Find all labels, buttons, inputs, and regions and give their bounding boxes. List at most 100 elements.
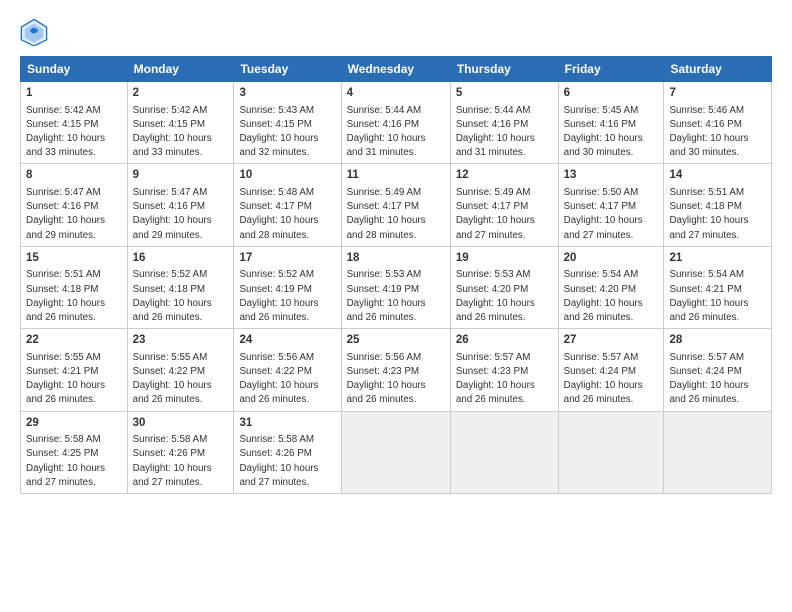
day-number: 2 [133, 86, 229, 102]
calendar-cell: 1 Sunrise: 5:42 AM Sunset: 4:15 PM Daylig… [21, 82, 128, 164]
calendar-cell: 26 Sunrise: 5:57 AM Sunset: 4:23 PM Dayli… [450, 329, 558, 411]
weekday-header-friday: Friday [558, 57, 664, 82]
calendar-cell: 18 Sunrise: 5:53 AM Sunset: 4:19 PM Dayli… [341, 246, 450, 328]
day-detail: Sunrise: 5:49 AM Sunset: 4:17 PM Dayligh… [456, 187, 535, 241]
day-number: 15 [26, 251, 122, 267]
day-detail: Sunrise: 5:58 AM Sunset: 4:26 PM Dayligh… [133, 434, 212, 488]
day-number: 4 [347, 86, 445, 102]
calendar-cell: 7Sunrise: 5:46 AM Sunset: 4:16 PM Daylig… [664, 82, 772, 164]
day-detail: Sunrise: 5:55 AM Sunset: 4:21 PM Dayligh… [26, 352, 105, 406]
calendar-table: SundayMondayTuesdayWednesdayThursdayFrid… [20, 56, 772, 494]
day-number: 27 [564, 333, 659, 349]
calendar-cell: 28Sunrise: 5:57 AM Sunset: 4:24 PM Dayli… [664, 329, 772, 411]
day-detail: Sunrise: 5:44 AM Sunset: 4:16 PM Dayligh… [456, 105, 535, 159]
day-detail: Sunrise: 5:45 AM Sunset: 4:16 PM Dayligh… [564, 105, 643, 159]
calendar-cell: 29 Sunrise: 5:58 AM Sunset: 4:25 PM Dayli… [21, 411, 128, 493]
day-detail: Sunrise: 5:42 AM Sunset: 4:15 PM Dayligh… [133, 105, 212, 159]
calendar-cell: 9Sunrise: 5:47 AM Sunset: 4:16 PM Daylig… [127, 164, 234, 246]
day-detail: Sunrise: 5:54 AM Sunset: 4:20 PM Dayligh… [564, 269, 643, 323]
calendar-cell: 3Sunrise: 5:43 AM Sunset: 4:15 PM Daylig… [234, 82, 341, 164]
page: SundayMondayTuesdayWednesdayThursdayFrid… [0, 0, 792, 612]
day-number: 6 [564, 86, 659, 102]
calendar-week-2: 8 Sunrise: 5:47 AM Sunset: 4:16 PM Daylig… [21, 164, 772, 246]
day-detail: Sunrise: 5:57 AM Sunset: 4:23 PM Dayligh… [456, 352, 535, 406]
day-number: 7 [669, 86, 766, 102]
calendar-cell: 11Sunrise: 5:49 AM Sunset: 4:17 PM Dayli… [341, 164, 450, 246]
calendar-cell: 31 Sunrise: 5:58 AM Sunset: 4:26 PM Dayli… [234, 411, 341, 493]
day-number: 31 [239, 416, 335, 432]
calendar-cell: 30 Sunrise: 5:58 AM Sunset: 4:26 PM Dayli… [127, 411, 234, 493]
day-number: 10 [239, 168, 335, 184]
day-number: 23 [133, 333, 229, 349]
calendar-week-4: 22 Sunrise: 5:55 AM Sunset: 4:21 PM Dayli… [21, 329, 772, 411]
day-number: 22 [26, 333, 122, 349]
calendar-week-1: 1 Sunrise: 5:42 AM Sunset: 4:15 PM Daylig… [21, 82, 772, 164]
calendar-cell: 25Sunrise: 5:56 AM Sunset: 4:23 PM Dayli… [341, 329, 450, 411]
calendar-cell: 23 Sunrise: 5:55 AM Sunset: 4:22 PM Dayli… [127, 329, 234, 411]
calendar-cell: 14 Sunrise: 5:51 AM Sunset: 4:18 PM Dayli… [664, 164, 772, 246]
logo [20, 18, 50, 46]
calendar-body: 1 Sunrise: 5:42 AM Sunset: 4:15 PM Daylig… [21, 82, 772, 494]
day-detail: Sunrise: 5:44 AM Sunset: 4:16 PM Dayligh… [347, 105, 426, 159]
day-number: 12 [456, 168, 553, 184]
day-number: 24 [239, 333, 335, 349]
day-number: 11 [347, 168, 445, 184]
logo-icon [20, 18, 48, 46]
day-detail: Sunrise: 5:56 AM Sunset: 4:23 PM Dayligh… [347, 352, 426, 406]
day-number: 14 [669, 168, 766, 184]
calendar-cell: 15 Sunrise: 5:51 AM Sunset: 4:18 PM Dayli… [21, 246, 128, 328]
calendar-cell: 5 Sunrise: 5:44 AM Sunset: 4:16 PM Daylig… [450, 82, 558, 164]
day-detail: Sunrise: 5:55 AM Sunset: 4:22 PM Dayligh… [133, 352, 212, 406]
day-number: 29 [26, 416, 122, 432]
day-detail: Sunrise: 5:56 AM Sunset: 4:22 PM Dayligh… [239, 352, 318, 406]
day-detail: Sunrise: 5:53 AM Sunset: 4:19 PM Dayligh… [347, 269, 426, 323]
day-number: 1 [26, 86, 122, 102]
day-number: 26 [456, 333, 553, 349]
day-detail: Sunrise: 5:51 AM Sunset: 4:18 PM Dayligh… [26, 269, 105, 323]
day-detail: Sunrise: 5:52 AM Sunset: 4:19 PM Dayligh… [239, 269, 318, 323]
weekday-header-sunday: Sunday [21, 57, 128, 82]
weekday-header-thursday: Thursday [450, 57, 558, 82]
calendar-cell: 6 Sunrise: 5:45 AM Sunset: 4:16 PM Daylig… [558, 82, 664, 164]
calendar-cell [558, 411, 664, 493]
day-detail: Sunrise: 5:47 AM Sunset: 4:16 PM Dayligh… [26, 187, 105, 241]
calendar-cell: 10 Sunrise: 5:48 AM Sunset: 4:17 PM Dayli… [234, 164, 341, 246]
weekday-header-row: SundayMondayTuesdayWednesdayThursdayFrid… [21, 57, 772, 82]
calendar-cell: 21Sunrise: 5:54 AM Sunset: 4:21 PM Dayli… [664, 246, 772, 328]
day-detail: Sunrise: 5:57 AM Sunset: 4:24 PM Dayligh… [564, 352, 643, 406]
day-number: 19 [456, 251, 553, 267]
day-number: 21 [669, 251, 766, 267]
calendar-week-5: 29 Sunrise: 5:58 AM Sunset: 4:25 PM Dayli… [21, 411, 772, 493]
calendar-cell [341, 411, 450, 493]
day-detail: Sunrise: 5:52 AM Sunset: 4:18 PM Dayligh… [133, 269, 212, 323]
day-number: 18 [347, 251, 445, 267]
day-number: 13 [564, 168, 659, 184]
calendar-cell: 24 Sunrise: 5:56 AM Sunset: 4:22 PM Dayli… [234, 329, 341, 411]
day-detail: Sunrise: 5:42 AM Sunset: 4:15 PM Dayligh… [26, 105, 105, 159]
calendar-cell: 19 Sunrise: 5:53 AM Sunset: 4:20 PM Dayli… [450, 246, 558, 328]
day-number: 8 [26, 168, 122, 184]
day-number: 16 [133, 251, 229, 267]
day-number: 5 [456, 86, 553, 102]
day-detail: Sunrise: 5:50 AM Sunset: 4:17 PM Dayligh… [564, 187, 643, 241]
day-detail: Sunrise: 5:47 AM Sunset: 4:16 PM Dayligh… [133, 187, 212, 241]
calendar-cell: 17 Sunrise: 5:52 AM Sunset: 4:19 PM Dayli… [234, 246, 341, 328]
calendar-cell [664, 411, 772, 493]
day-number: 20 [564, 251, 659, 267]
header [20, 18, 772, 46]
day-detail: Sunrise: 5:48 AM Sunset: 4:17 PM Dayligh… [239, 187, 318, 241]
calendar-cell [450, 411, 558, 493]
calendar-cell: 13 Sunrise: 5:50 AM Sunset: 4:17 PM Dayli… [558, 164, 664, 246]
day-number: 17 [239, 251, 335, 267]
day-detail: Sunrise: 5:58 AM Sunset: 4:25 PM Dayligh… [26, 434, 105, 488]
day-number: 30 [133, 416, 229, 432]
weekday-header-wednesday: Wednesday [341, 57, 450, 82]
weekday-header-saturday: Saturday [664, 57, 772, 82]
day-detail: Sunrise: 5:58 AM Sunset: 4:26 PM Dayligh… [239, 434, 318, 488]
calendar-cell: 16 Sunrise: 5:52 AM Sunset: 4:18 PM Dayli… [127, 246, 234, 328]
day-detail: Sunrise: 5:51 AM Sunset: 4:18 PM Dayligh… [669, 187, 748, 241]
day-detail: Sunrise: 5:43 AM Sunset: 4:15 PM Dayligh… [239, 105, 318, 159]
calendar-header: SundayMondayTuesdayWednesdayThursdayFrid… [21, 57, 772, 82]
day-detail: Sunrise: 5:53 AM Sunset: 4:20 PM Dayligh… [456, 269, 535, 323]
calendar-week-3: 15 Sunrise: 5:51 AM Sunset: 4:18 PM Dayli… [21, 246, 772, 328]
